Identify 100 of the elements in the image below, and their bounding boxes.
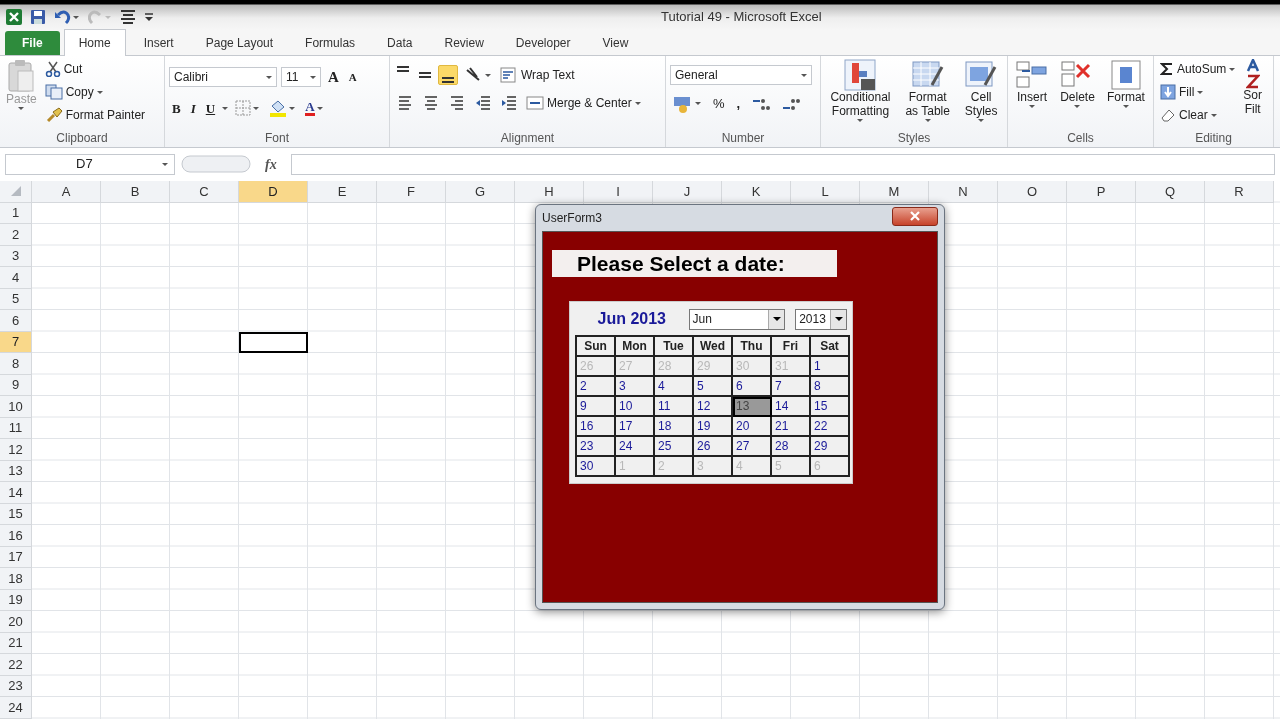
- month-dropdown[interactable]: Jun: [688, 308, 786, 330]
- autosum-button[interactable]: AutoSum: [1158, 59, 1238, 79]
- cells-button[interactable]: Delete: [1058, 59, 1097, 129]
- shrink-font-button[interactable]: A: [345, 68, 360, 87]
- day-cell[interactable]: 14: [772, 397, 811, 417]
- row-header[interactable]: 8: [0, 353, 32, 375]
- percent-button[interactable]: %: [710, 93, 728, 115]
- font-size-field[interactable]: 11: [281, 67, 321, 88]
- day-cell[interactable]: 29: [811, 437, 850, 457]
- undo-icon[interactable]: [54, 9, 80, 25]
- row-header[interactable]: 13: [0, 460, 32, 482]
- row-header[interactable]: 3: [0, 245, 32, 267]
- column-header[interactable]: M: [860, 181, 929, 203]
- day-cell[interactable]: 6: [733, 377, 772, 397]
- day-cell[interactable]: 17: [616, 417, 655, 437]
- ribbon-tab[interactable]: Formulas: [291, 30, 370, 55]
- day-cell[interactable]: 16: [577, 417, 616, 437]
- day-cell[interactable]: 1: [811, 357, 850, 377]
- day-cell[interactable]: 3: [616, 377, 655, 397]
- day-cell[interactable]: 25: [655, 437, 694, 457]
- day-cell[interactable]: 21: [772, 417, 811, 437]
- column-header[interactable]: B: [101, 181, 170, 203]
- row-header[interactable]: 5: [0, 288, 32, 310]
- row-header[interactable]: 12: [0, 439, 32, 461]
- row-header[interactable]: 21: [0, 632, 32, 654]
- wrap-text-button[interactable]: Wrap Text: [498, 65, 577, 85]
- day-cell[interactable]: 5: [694, 377, 733, 397]
- day-cell[interactable]: 4: [655, 377, 694, 397]
- day-cell[interactable]: 18: [655, 417, 694, 437]
- sort-filter-button[interactable]: Sor Filt: [1241, 59, 1265, 129]
- underline-button[interactable]: U: [202, 97, 219, 119]
- day-cell[interactable]: 27: [733, 437, 772, 457]
- formula-field[interactable]: [290, 153, 1275, 175]
- ribbon-tab[interactable]: Page Layout: [191, 30, 288, 55]
- save-icon[interactable]: [30, 9, 46, 25]
- ribbon-tab[interactable]: View: [588, 30, 643, 55]
- align-icon[interactable]: [120, 9, 136, 25]
- italic-button[interactable]: I: [187, 97, 199, 119]
- day-cell[interactable]: 26: [694, 437, 733, 457]
- day-cell[interactable]: 11: [655, 397, 694, 417]
- row-header[interactable]: 10: [0, 396, 32, 418]
- day-cell[interactable]: 9: [577, 397, 616, 417]
- row-header[interactable]: 4: [0, 267, 32, 289]
- day-cell[interactable]: 24: [616, 437, 655, 457]
- column-header[interactable]: R: [1205, 181, 1274, 203]
- row-header[interactable]: 7: [0, 331, 32, 353]
- column-header[interactable]: A: [32, 181, 101, 203]
- cells-button[interactable]: Insert: [1014, 59, 1051, 129]
- active-cell[interactable]: [239, 331, 308, 353]
- style-gallery-button[interactable]: Cell Styles: [962, 59, 1000, 129]
- column-header[interactable]: E: [308, 181, 377, 203]
- style-gallery-button[interactable]: Conditional Formatting: [828, 59, 893, 129]
- column-header[interactable]: C: [170, 181, 239, 203]
- column-header[interactable]: Q: [1136, 181, 1205, 203]
- copy-button[interactable]: Copy: [42, 82, 148, 102]
- font-name-field[interactable]: Calibri: [169, 67, 277, 88]
- day-cell[interactable]: 20: [733, 417, 772, 437]
- cells-button[interactable]: Format: [1104, 59, 1147, 129]
- row-header[interactable]: 9: [0, 374, 32, 396]
- comma-style-button[interactable]: ,: [733, 93, 744, 115]
- day-cell[interactable]: 2: [577, 377, 616, 397]
- column-header[interactable]: N: [929, 181, 998, 203]
- row-header[interactable]: 16: [0, 525, 32, 547]
- row-header[interactable]: 6: [0, 310, 32, 332]
- year-dropdown[interactable]: 2013: [795, 308, 847, 330]
- day-cell[interactable]: 22: [811, 417, 850, 437]
- row-header[interactable]: 15: [0, 503, 32, 525]
- ribbon-tab[interactable]: Insert: [129, 30, 188, 55]
- row-header[interactable]: 23: [0, 675, 32, 697]
- ribbon-tab[interactable]: Home: [63, 29, 126, 56]
- grow-font-button[interactable]: A: [325, 65, 342, 90]
- number-format-field[interactable]: General: [670, 65, 812, 85]
- row-header[interactable]: 14: [0, 482, 32, 504]
- row-header[interactable]: 1: [0, 202, 32, 224]
- insert-function-button[interactable]: fx: [257, 153, 285, 175]
- row-header[interactable]: 19: [0, 589, 32, 611]
- column-header[interactable]: I: [584, 181, 653, 203]
- style-gallery-button[interactable]: Format as Table: [903, 59, 952, 129]
- close-button[interactable]: [892, 206, 938, 226]
- fill-button[interactable]: Fill: [1158, 82, 1238, 102]
- merge-center-button[interactable]: Merge & Center: [524, 93, 643, 113]
- ribbon-tab[interactable]: Review: [430, 30, 498, 55]
- row-header[interactable]: 17: [0, 546, 32, 568]
- vertical-align-button[interactable]: [438, 65, 458, 85]
- row-header[interactable]: 11: [0, 417, 32, 439]
- column-header[interactable]: L: [791, 181, 860, 203]
- column-header[interactable]: D: [239, 181, 308, 203]
- row-header[interactable]: 2: [0, 224, 32, 246]
- file-tab[interactable]: File: [5, 30, 60, 55]
- column-header[interactable]: K: [722, 181, 791, 203]
- format-painter-button[interactable]: Format Painter: [42, 105, 148, 125]
- column-header[interactable]: O: [998, 181, 1067, 203]
- day-cell[interactable]: 30: [577, 457, 616, 477]
- day-cell[interactable]: 10: [616, 397, 655, 417]
- day-cell[interactable]: 23: [577, 437, 616, 457]
- day-cell[interactable]: 8: [811, 377, 850, 397]
- clear-button[interactable]: Clear: [1158, 105, 1238, 125]
- day-cell[interactable]: 15: [811, 397, 850, 417]
- row-header[interactable]: 24: [0, 697, 32, 719]
- ribbon-tab[interactable]: Developer: [501, 30, 585, 55]
